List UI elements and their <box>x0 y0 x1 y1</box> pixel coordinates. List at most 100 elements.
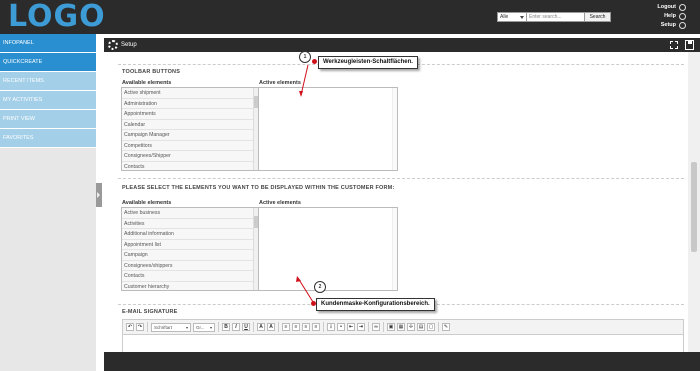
preview-icon[interactable]: ▢ <box>427 323 435 331</box>
editor-toolbar: ↶ ↷ Schriftart Gr... B I U A A ≡ ≡ ≡ ≡ ⋮… <box>123 320 683 335</box>
list-item[interactable]: Calendar <box>122 119 258 130</box>
link-icon[interactable]: ∞ <box>372 323 380 331</box>
email-section-title: E-MAIL SIGNATURE <box>122 309 178 315</box>
chevron-down-icon <box>210 326 212 329</box>
image-icon[interactable]: ▣ <box>387 323 395 331</box>
available-elements-label: Available elements <box>122 80 172 86</box>
callout-number-2: 2 <box>314 281 326 293</box>
list-item[interactable]: Consignees/Shipper <box>122 151 258 162</box>
expand-icon[interactable] <box>670 41 678 49</box>
callout-number-1: 1 <box>299 51 311 63</box>
indent-icon[interactable]: ⇥ <box>357 323 365 331</box>
sidebar-collapse-handle[interactable] <box>96 183 102 207</box>
panel-title: Setup <box>121 42 137 48</box>
list-item[interactable]: Contacts <box>122 271 258 282</box>
list-item[interactable]: Active business <box>122 208 258 219</box>
page-scrollbar[interactable] <box>688 52 700 352</box>
power-icon <box>679 4 686 11</box>
logo[interactable]: LOGO <box>8 0 106 34</box>
size-select[interactable]: Gr... <box>193 322 215 332</box>
redo-icon[interactable]: ↷ <box>136 323 144 331</box>
list-scrollbar[interactable] <box>392 88 397 170</box>
help-label: Help <box>664 13 676 19</box>
toolbar-section-title: TOOLBAR BUTTONS <box>122 69 181 75</box>
chevron-down-icon <box>186 326 188 329</box>
list-scrollbar[interactable] <box>392 208 397 290</box>
sidebar: INFOPANEL QUICKCREATE RECENT ITEMS MY AC… <box>0 34 96 371</box>
fullscreen-icon[interactable]: ✢ <box>407 323 415 331</box>
search-scope-select[interactable]: Alle <box>497 12 527 22</box>
sidebar-item-recent-items[interactable]: RECENT ITEMS <box>0 72 96 91</box>
list-item[interactable]: Administration <box>122 98 258 109</box>
signature-editor[interactable]: ↶ ↷ Schriftart Gr... B I U A A ≡ ≡ ≡ ≡ ⋮… <box>122 319 684 352</box>
panel-header: Setup <box>104 38 700 52</box>
sidebar-item-quickcreate[interactable]: QUICKCREATE <box>0 53 96 72</box>
callout-label-1: Werkzeugleisten-Schaltflächen. <box>318 56 418 69</box>
bold-icon[interactable]: B <box>222 323 230 331</box>
outdent-icon[interactable]: ⇤ <box>347 323 355 331</box>
search-input[interactable]: Enter search... <box>527 12 585 22</box>
font-select-value: Schriftart <box>154 324 173 330</box>
list-item[interactable]: Active shipment <box>122 88 258 99</box>
list-item[interactable]: Appointments <box>122 109 258 120</box>
list-item[interactable]: Activities <box>122 218 258 229</box>
active-elements-label: Active elements <box>259 80 301 86</box>
table-icon[interactable]: ▦ <box>397 323 405 331</box>
gear-icon <box>108 40 118 50</box>
numbered-list-icon[interactable]: ⋮ <box>327 323 335 331</box>
text-color-icon[interactable]: A <box>257 323 265 331</box>
chevron-right-icon <box>97 192 100 198</box>
toolbar-available-list[interactable]: Active shipment Administration Appointme… <box>121 87 259 171</box>
customer-active-list[interactable] <box>258 207 398 291</box>
list-item[interactable]: Consignees/shippers <box>122 260 258 271</box>
spellcheck-icon[interactable]: ✎ <box>442 323 450 331</box>
font-select[interactable]: Schriftart <box>151 322 191 332</box>
search-scope-value: Alle <box>500 14 509 20</box>
align-center-icon[interactable]: ≡ <box>292 323 300 331</box>
setup-label: Setup <box>660 22 676 28</box>
separator <box>368 322 369 332</box>
chevron-down-icon <box>520 16 524 19</box>
logout-link[interactable]: Logout <box>657 3 686 12</box>
customer-section-title: PLEASE SELECT THE ELEMENTS YOU WANT TO B… <box>122 185 395 191</box>
sidebar-item-favorites[interactable]: FAVORITES <box>0 129 96 148</box>
bullet-list-icon[interactable]: • <box>337 323 345 331</box>
bottom-bar <box>104 352 700 371</box>
list-item[interactable]: Campaign Manager <box>122 130 258 141</box>
scrollbar-thumb[interactable] <box>691 162 697 252</box>
top-right-links: Logout Help Setup <box>657 3 686 30</box>
background-color-icon[interactable]: A <box>267 323 275 331</box>
underline-icon[interactable]: U <box>242 323 250 331</box>
sidebar-item-my-activities[interactable]: MY ACTIVITIES <box>0 91 96 110</box>
top-bar: LOGO Alle Enter search... Search Logout … <box>0 0 700 34</box>
search-group: Alle Enter search... Search <box>497 12 611 22</box>
search-button[interactable]: Search <box>585 12 611 22</box>
size-select-value: Gr... <box>196 324 205 330</box>
align-right-icon[interactable]: ≡ <box>302 323 310 331</box>
help-link[interactable]: Help <box>657 12 686 21</box>
active-elements-label: Active elements <box>259 200 301 206</box>
logout-label: Logout <box>657 4 676 10</box>
separator <box>253 322 254 332</box>
callout-dot <box>312 59 317 64</box>
source-icon[interactable]: ▤ <box>417 323 425 331</box>
list-item[interactable]: Appointment list <box>122 239 258 250</box>
list-item[interactable]: Competitors <box>122 140 258 151</box>
divider <box>118 178 684 179</box>
separator <box>147 322 148 332</box>
align-left-icon[interactable]: ≡ <box>282 323 290 331</box>
save-icon[interactable] <box>685 40 694 50</box>
list-item[interactable]: Contacts <box>122 161 258 170</box>
sidebar-item-infopanel[interactable]: INFOPANEL <box>0 34 96 53</box>
align-justify-icon[interactable]: ≡ <box>312 323 320 331</box>
setup-link[interactable]: Setup <box>657 21 686 30</box>
sidebar-item-print-view[interactable]: PRINT VIEW <box>0 110 96 129</box>
toolbar-active-list[interactable] <box>258 87 398 171</box>
italic-icon[interactable]: I <box>232 323 240 331</box>
undo-icon[interactable]: ↶ <box>126 323 134 331</box>
list-item[interactable]: Additional information <box>122 229 258 240</box>
list-item[interactable]: Campaign <box>122 250 258 261</box>
gear-icon <box>679 22 686 29</box>
customer-available-list[interactable]: Active business Activities Additional in… <box>121 207 259 291</box>
list-item[interactable]: Customer hierarchy <box>122 281 258 290</box>
